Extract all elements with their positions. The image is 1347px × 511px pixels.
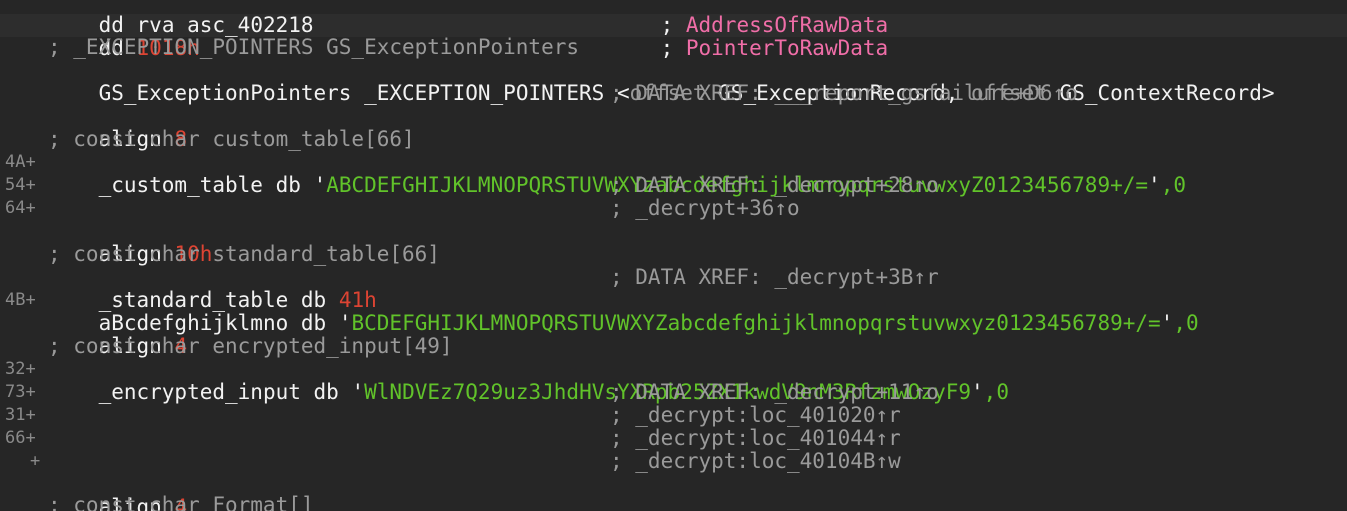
quote: ' bbox=[1160, 311, 1174, 335]
symbol-name[interactable]: GS_ExceptionPointers bbox=[99, 81, 352, 105]
asm-comment: ; AddressOfRawData bbox=[610, 0, 889, 37]
line-prefix: 73+ bbox=[5, 382, 36, 402]
asm-line[interactable]: align 10h bbox=[48, 220, 213, 266]
asm-line[interactable]: align 8 bbox=[48, 105, 188, 151]
type-comment: ; const char Format[] bbox=[48, 493, 314, 511]
xref-comment[interactable]: ; _decrypt+36↑o bbox=[610, 197, 800, 220]
struct-type[interactable]: _EXCEPTION_POINTERS bbox=[364, 81, 604, 105]
line-prefix: 32+ bbox=[5, 359, 36, 379]
asm-comment: ; PointerToRawData bbox=[610, 14, 889, 60]
type-comment: ; const char custom_table[66] bbox=[48, 127, 415, 151]
asm-line[interactable]: GS_ExceptionPointers _EXCEPTION_POINTERS… bbox=[48, 59, 1275, 105]
ida-disassembly-view[interactable]: 4A+ 54+ 64+ 4B+ 32+ 73+ 31+ 66+ + dd rva… bbox=[0, 0, 1347, 511]
symbol-name[interactable]: _custom_table bbox=[99, 173, 263, 197]
type-comment: ; const char standard_table[66] bbox=[48, 242, 440, 266]
symbol-name[interactable]: _encrypted_input bbox=[99, 380, 301, 404]
xref-comment[interactable]: ; DATA XREF: _decrypt+11↑o bbox=[610, 381, 939, 404]
line-prefix: 4B+ bbox=[5, 290, 36, 310]
line-prefix: 66+ bbox=[5, 428, 36, 448]
string-terminator: ,0 bbox=[1173, 311, 1199, 335]
quote: ' bbox=[338, 311, 352, 335]
quote: ' bbox=[313, 173, 327, 197]
xref-comment[interactable]: ; DATA XREF: ___report_gsfailure+D6↑o bbox=[610, 82, 1078, 105]
operand[interactable]: asc_402218 bbox=[187, 13, 313, 37]
comment-semicolon: ; bbox=[660, 36, 686, 60]
line-prefix: 31+ bbox=[5, 405, 36, 425]
string-literal: BCDEFGHIJKLMNOPQRSTUVWXYZabcdefghijklmno… bbox=[351, 311, 1161, 335]
xref-comment[interactable]: ; _decrypt:loc_401020↑r bbox=[610, 404, 901, 427]
asm-line[interactable]: dd rva asc_402218 bbox=[48, 0, 314, 37]
line-prefix: 54+ bbox=[5, 175, 36, 195]
operand[interactable]: GS_ContextRecord bbox=[1060, 81, 1262, 105]
asm-line[interactable]: _standard_table db 41h bbox=[48, 266, 377, 312]
mnemonic: db bbox=[313, 380, 339, 404]
line-prefix: 4A+ bbox=[5, 152, 36, 172]
xref-comment[interactable]: ; DATA XREF: _decrypt+28↑o bbox=[610, 174, 939, 197]
string-terminator: ,0 bbox=[983, 380, 1009, 404]
asm-line[interactable]: align 4 bbox=[48, 312, 188, 358]
field-comment: PointerToRawData bbox=[685, 36, 889, 60]
asm-line[interactable]: dd 1018h bbox=[48, 14, 200, 60]
line-prefix: 64+ bbox=[5, 198, 36, 218]
string-terminator: ,0 bbox=[1160, 173, 1186, 197]
quote: ' bbox=[971, 380, 984, 404]
asm-line[interactable]: aBcdefghijklmno db 'BCDEFGHIJKLMNOPQRSTU… bbox=[48, 289, 1199, 335]
xref-comment[interactable]: ; DATA XREF: _decrypt+3B↑r bbox=[610, 266, 939, 289]
quote: ' bbox=[1148, 173, 1161, 197]
mnemonic: db bbox=[275, 173, 301, 197]
asm-line[interactable]: _encrypted_input db 'WlNDVEz7Q29uz3JhdHV… bbox=[48, 358, 1009, 404]
mnemonic: db bbox=[300, 311, 327, 335]
quote: ' bbox=[351, 380, 365, 404]
struct-close: > bbox=[1261, 81, 1275, 105]
line-prefix: + bbox=[30, 451, 41, 471]
type-comment: ; const char encrypted_input[49] bbox=[48, 334, 453, 358]
asm-line[interactable]: _custom_table db 'ABCDEFGHIJKLMNOPQRSTUV… bbox=[48, 151, 1186, 197]
type-comment: ; _EXCEPTION_POINTERS GS_ExceptionPointe… bbox=[48, 35, 580, 59]
xref-comment[interactable]: ; _decrypt:loc_401044↑r bbox=[610, 427, 901, 450]
xref-comment[interactable]: ; _decrypt:loc_40104B↑w bbox=[610, 450, 901, 473]
